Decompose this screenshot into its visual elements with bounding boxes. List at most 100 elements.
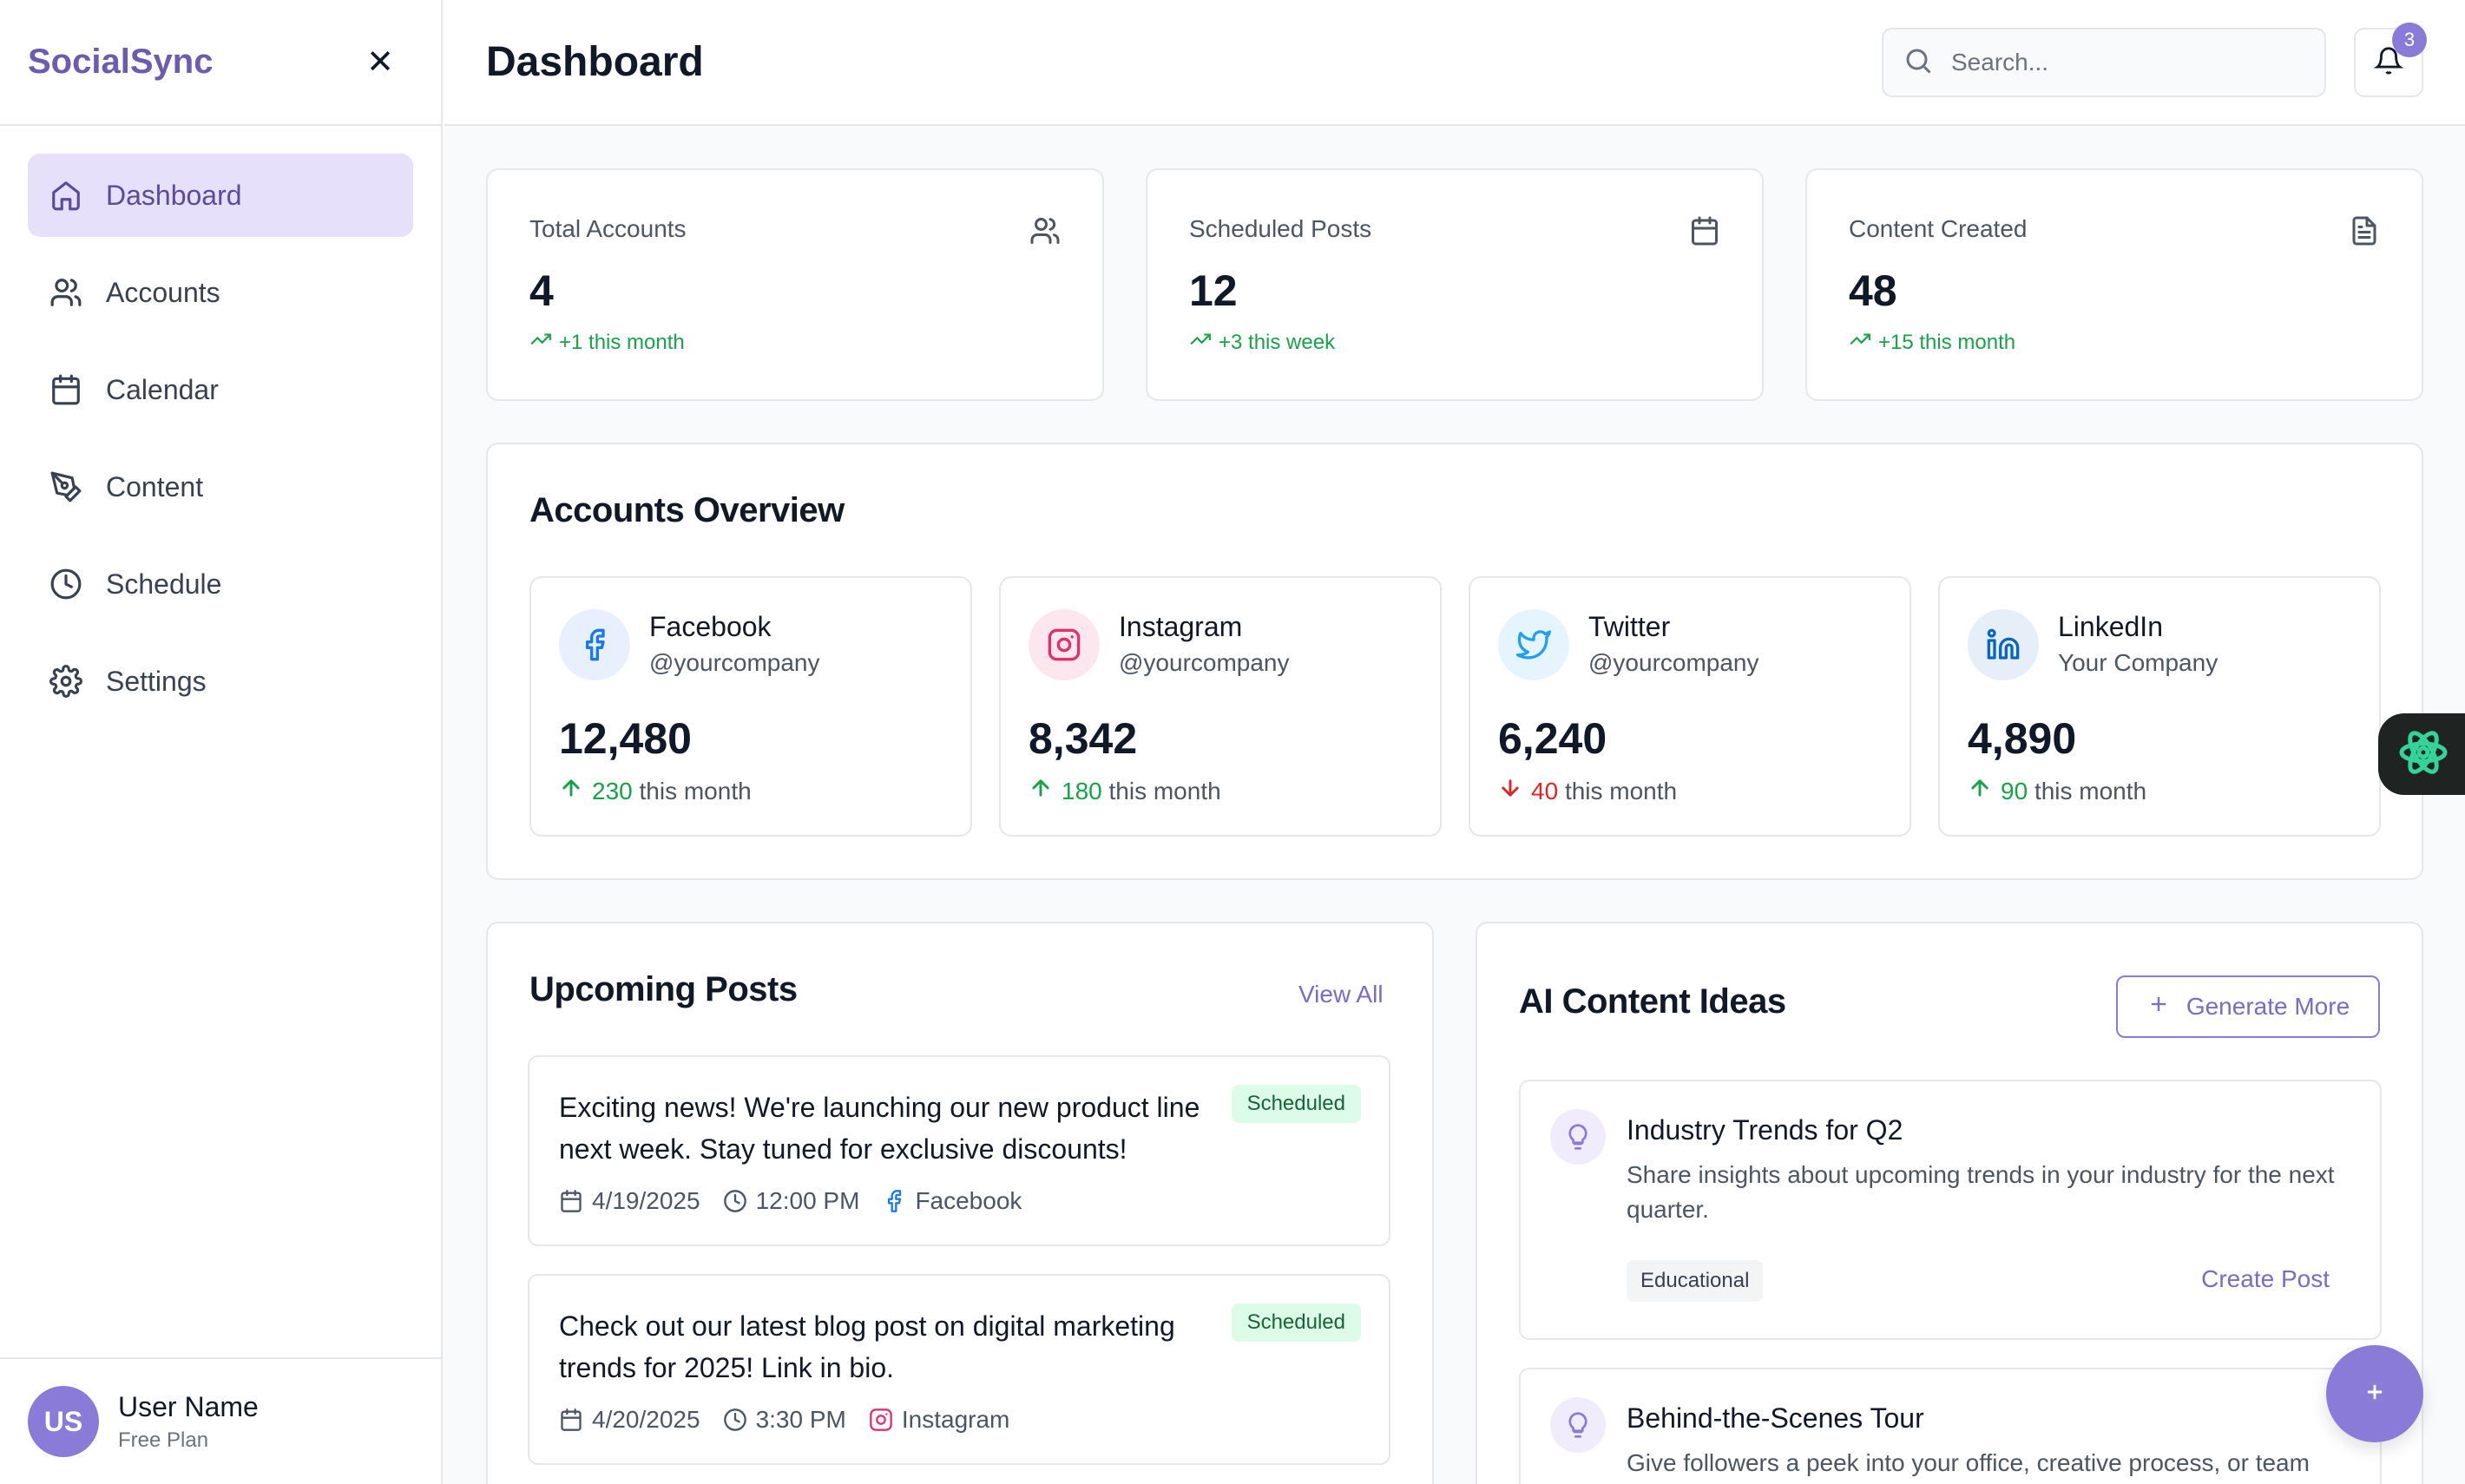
- clock-icon: [723, 1190, 746, 1212]
- account-name: Twitter: [1588, 611, 1671, 642]
- sidebar-item-content[interactable]: Content: [28, 445, 413, 529]
- account-card-facebook[interactable]: Facebook @yourcompany 12,480 230 this mo…: [529, 576, 972, 837]
- search-icon: [1903, 45, 1934, 81]
- post-platform: Instagram: [869, 1406, 1010, 1434]
- idea-card[interactable]: Behind-the-Scenes Tour Give followers a …: [1519, 1368, 2382, 1484]
- instagram-icon: [1029, 609, 1100, 680]
- calendar-icon: [561, 1190, 582, 1212]
- stat-trend-text: +3 this week: [1219, 330, 1336, 354]
- post-date-text: 4/20/2025: [592, 1406, 700, 1433]
- sidebar-item-settings[interactable]: Settings: [28, 640, 413, 723]
- generate-more-label: Generate More: [2186, 993, 2350, 1020]
- home-icon: [49, 178, 83, 213]
- view-all-link[interactable]: View All: [1298, 981, 1384, 1008]
- plus-icon: [2146, 992, 2186, 1022]
- account-handle: Your Company: [2058, 649, 2218, 676]
- document-icon: [2349, 215, 2380, 251]
- idea-card[interactable]: Industry Trends for Q2 Share insights ab…: [1519, 1080, 2382, 1340]
- account-change-suffix: this month: [2034, 777, 2147, 804]
- sidebar-item-schedule[interactable]: Schedule: [28, 542, 413, 626]
- post-time: 3:30 PM: [723, 1406, 846, 1434]
- sidebar-item-calendar[interactable]: Calendar: [28, 348, 413, 431]
- sidebar: SocialSync ✕ Dashboard Accounts Calendar…: [0, 0, 443, 1484]
- user-name: User Name: [118, 1390, 259, 1422]
- calendar-icon: [49, 372, 83, 407]
- post-meta: 4/19/2025 12:00 PM Facebook: [559, 1187, 1044, 1215]
- post-card[interactable]: Exciting news! We're launching our new p…: [528, 1055, 1390, 1246]
- pen-tool-icon: [49, 469, 83, 504]
- account-name: Facebook: [649, 611, 772, 642]
- generate-more-button[interactable]: Generate More: [2116, 975, 2380, 1038]
- sidebar-item-accounts[interactable]: Accounts: [28, 251, 413, 334]
- stat-card-total-accounts: Total Accounts 4 +1 this month: [486, 168, 1104, 401]
- facebook-icon: [559, 609, 630, 680]
- stat-value: 12: [1189, 266, 1238, 315]
- account-change-value: 180: [1062, 777, 1102, 804]
- trending-up-icon: [529, 328, 559, 357]
- avatar[interactable]: US: [28, 1386, 99, 1457]
- close-icon[interactable]: ✕: [366, 46, 394, 79]
- gear-icon: [49, 664, 83, 699]
- arrow-up-icon: [1968, 776, 2001, 806]
- idea-title: Industry Trends for Q2: [1627, 1114, 1903, 1146]
- arrow-up-icon: [559, 776, 592, 806]
- calendar-icon: [561, 1408, 582, 1431]
- search-input[interactable]: [1951, 49, 2298, 76]
- idea-description: Give followers a peek into your office, …: [1627, 1449, 2310, 1476]
- post-text: Exciting news! We're launching our new p…: [559, 1092, 1200, 1165]
- post-card[interactable]: Check out our latest blog post on digita…: [528, 1274, 1390, 1465]
- sidebar-header: SocialSync ✕: [0, 0, 441, 126]
- account-change-suffix: this month: [1564, 777, 1678, 804]
- ai-ideas-title: AI Content Ideas: [1519, 982, 1786, 1021]
- users-icon: [1029, 215, 1061, 251]
- user-plan: Free Plan: [118, 1428, 209, 1452]
- status-badge: Scheduled: [1231, 1085, 1361, 1123]
- sidebar-item-label: Calendar: [106, 373, 219, 405]
- instagram-icon: [870, 1408, 892, 1431]
- floating-add-button[interactable]: [2326, 1345, 2423, 1442]
- post-meta: 4/20/2025 3:30 PM Instagram: [559, 1406, 1032, 1434]
- stat-card-scheduled-posts: Scheduled Posts 12 +3 this week: [1146, 168, 1764, 401]
- account-change-value: 230: [592, 777, 633, 804]
- idea-description: Share insights about upcoming trends in …: [1627, 1161, 2335, 1223]
- account-change: 230 this month: [559, 776, 752, 806]
- calendar-icon: [1689, 215, 1720, 251]
- idea-tag: Educational: [1627, 1260, 1764, 1302]
- plus-icon: [2363, 1380, 2387, 1408]
- search-box[interactable]: [1882, 28, 2326, 97]
- user-profile[interactable]: US User Name Free Plan: [0, 1357, 441, 1484]
- accounts-overview-title: Accounts Overview: [529, 491, 845, 529]
- post-platform-text: Instagram: [901, 1406, 1010, 1433]
- post-date: 4/20/2025: [559, 1406, 700, 1434]
- account-follower-count: 6,240: [1498, 714, 1607, 763]
- sidebar-item-label: Settings: [106, 665, 207, 697]
- stat-label: Total Accounts: [529, 215, 687, 242]
- sidebar-item-dashboard[interactable]: Dashboard: [28, 154, 413, 237]
- stat-trend-text: +1 this month: [559, 330, 685, 354]
- stat-value: 48: [1849, 266, 1897, 315]
- account-change-suffix: this month: [1108, 777, 1221, 804]
- stat-trend: +3 this week: [1189, 328, 1335, 357]
- sidebar-item-label: Schedule: [106, 568, 222, 600]
- account-card-twitter[interactable]: Twitter @yourcompany 6,240 40 this month: [1469, 576, 1911, 837]
- post-date-text: 4/19/2025: [592, 1187, 700, 1214]
- account-card-instagram[interactable]: Instagram @yourcompany 8,342 180 this mo…: [999, 576, 1442, 837]
- facebook-icon: [888, 1190, 902, 1212]
- brand-logo[interactable]: SocialSync: [28, 43, 213, 82]
- linkedin-icon: [1968, 609, 2039, 680]
- sidebar-item-label: Dashboard: [106, 179, 242, 211]
- create-post-link[interactable]: Create Post: [2201, 1265, 2330, 1293]
- post-platform-text: Facebook: [915, 1187, 1022, 1214]
- notifications-button[interactable]: 3: [2354, 23, 2427, 97]
- account-card-linkedin[interactable]: LinkedIn Your Company 4,890 90 this mont…: [1938, 576, 2381, 837]
- account-handle: @yourcompany: [1119, 649, 1290, 676]
- account-change-value: 40: [1531, 777, 1559, 804]
- topbar: Dashboard 3: [444, 0, 2465, 126]
- account-follower-count: 4,890: [1968, 714, 2077, 763]
- post-text: Check out our latest blog post on digita…: [559, 1310, 1175, 1383]
- status-badge: Scheduled: [1231, 1303, 1361, 1342]
- ai-assistant-widget[interactable]: [2378, 713, 2465, 795]
- account-change: 90 this month: [1968, 776, 2146, 806]
- account-follower-count: 8,342: [1029, 714, 1138, 763]
- user-info: User Name Free Plan: [118, 1391, 259, 1453]
